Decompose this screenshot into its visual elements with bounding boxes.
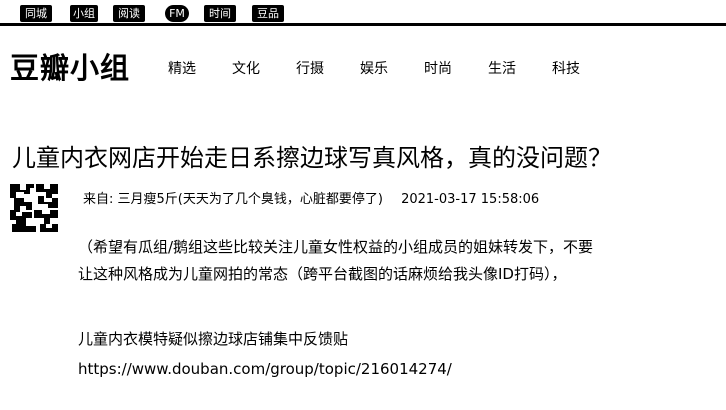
post-paragraph: （希望有瓜组/鹅组这些比较关注儿童女性权益的小组成员的姐妹转发下，不要 让这种风… (78, 234, 708, 288)
post-meta: 来自: 三月瘦5斤(天天为了几个臭钱，心脏都要停了) 2021-03-17 15… (83, 192, 539, 208)
post-paragraph: 儿童内衣模特疑似擦边球店铺集中反馈贴 (78, 330, 349, 348)
nav-item-photo[interactable]: 行摄 (296, 60, 324, 78)
author-avatar[interactable] (10, 184, 58, 232)
topic-link[interactable]: https://www.douban.com/group/topic/21601… (78, 356, 452, 383)
nav-item-tech[interactable]: 科技 (552, 60, 580, 78)
global-nav-read[interactable]: 阅读 (113, 5, 145, 22)
nav-item-culture[interactable]: 文化 (232, 60, 260, 78)
nav-item-fashion[interactable]: 时尚 (424, 60, 452, 78)
global-nav-tongcheng[interactable]: 同城 (20, 5, 52, 22)
site-logo[interactable]: 豆瓣小组 (10, 52, 130, 84)
post-title: 儿童内衣网店开始走日系擦边球写真风格，真的没问题？ (12, 144, 612, 172)
global-nav-group[interactable]: 小组 (70, 5, 98, 22)
global-nav-fm[interactable]: FM (165, 5, 189, 22)
global-nav-time[interactable]: 时间 (204, 5, 236, 22)
nav-item-life[interactable]: 生活 (488, 60, 516, 78)
paragraph-line: 让这种风格成为儿童网拍的常态（跨平台截图的话麻烦给我头像ID打码）， (78, 265, 567, 283)
global-nav-bar: 同城 小组 阅读 FM 时间 豆品 (0, 0, 726, 26)
global-nav-market[interactable]: 豆品 (252, 5, 284, 22)
author-link[interactable]: 三月瘦5斤(天天为了几个臭钱，心脏都要停了) (118, 192, 383, 207)
paragraph-line: （希望有瓜组/鹅组这些比较关注儿童女性权益的小组成员的姐妹转发下，不要 (78, 238, 594, 256)
nav-item-entertainment[interactable]: 娱乐 (360, 60, 388, 78)
nav-item-jingxuan[interactable]: 精选 (168, 60, 196, 78)
avatar-image-icon (10, 184, 58, 232)
post-time: 2021-03-17 15:58:06 (401, 192, 540, 207)
from-label: 来自: (83, 192, 114, 207)
